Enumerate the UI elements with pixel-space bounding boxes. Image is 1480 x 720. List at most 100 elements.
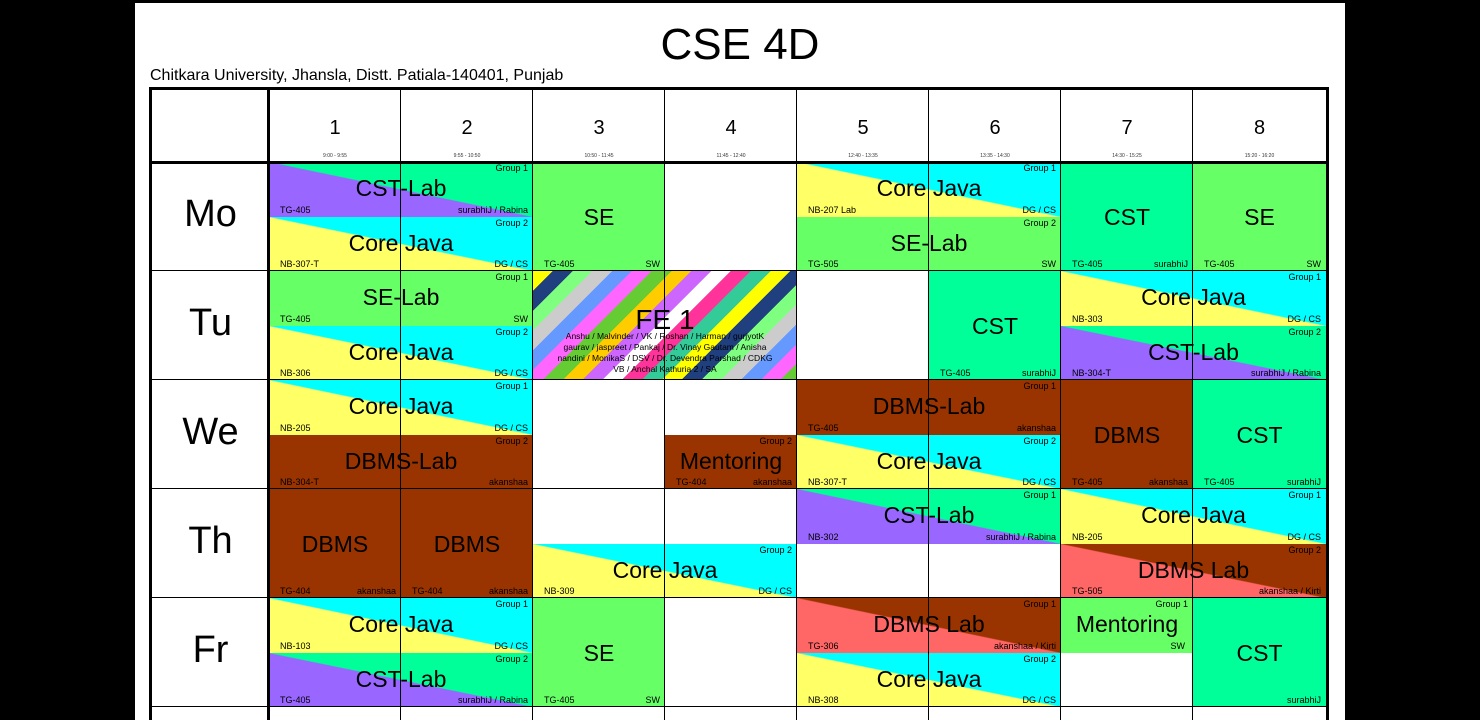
period-number: 6 xyxy=(989,117,1001,139)
class-block: Mentoring Group 1 SW xyxy=(1061,598,1193,653)
subject-name: CST xyxy=(1236,639,1283,666)
institution-address: Chitkara University, Jhansla, Distt. Pat… xyxy=(150,67,564,84)
class-block: DBMS Lab Group 2 TG-505 akanshaa / Kirti xyxy=(1061,543,1326,598)
group-label: Group 2 xyxy=(759,544,792,555)
day-label: Fr xyxy=(192,629,229,671)
grid-line xyxy=(152,270,1326,271)
room-label: TG-405 xyxy=(808,422,839,433)
subject-name: DBMS-Lab xyxy=(797,393,1061,419)
teacher-label: surabhiJ / Rabina xyxy=(457,204,528,215)
teacher-label: DG / CS xyxy=(494,368,528,378)
class-block: FE 1 Anshu / Malvinder / VK / Roshan / Ha… xyxy=(533,271,797,380)
subject-name: CST xyxy=(972,312,1018,339)
grid-line xyxy=(152,706,1326,707)
subject-name: DBMS xyxy=(301,530,369,557)
teacher-label: akanshaa xyxy=(488,586,528,596)
room-label: NB-205 xyxy=(280,422,311,433)
grid-line xyxy=(152,379,1326,380)
teacher-label: surabhiJ / Rabina xyxy=(985,531,1056,542)
group-label: Group 1 xyxy=(1023,163,1056,173)
period-header: 2 9:55 - 10:50 xyxy=(401,90,533,162)
teacher-label: SW xyxy=(645,695,661,705)
class-block: SE-Lab Group 1 TG-405 SW xyxy=(269,271,533,326)
group-label: Group 1 xyxy=(495,599,528,609)
grid-line xyxy=(152,488,1326,489)
room-label: TG-405 xyxy=(280,313,311,324)
grid-line xyxy=(928,90,929,720)
subject-name: CST-Lab xyxy=(1148,338,1239,365)
group-label: Group 2 xyxy=(495,435,528,446)
room-label: TG-404 xyxy=(280,586,311,596)
teacher-label: DG / CS xyxy=(1022,204,1056,215)
timetable-grid: 1 9:00 - 9:55 2 9:55 - 10:50 3 10:50 - 11:45 4… xyxy=(149,87,1329,720)
teacher-label: SW xyxy=(645,259,661,269)
instructor-list: Anshu / Malvinder / VK / Roshan / Harman… xyxy=(533,331,797,375)
room-label: TG-405 xyxy=(280,204,311,215)
room-label: TG-405 xyxy=(544,695,575,705)
class-block: CST-Lab Group 1 NB-302 surabhiJ / Rabina xyxy=(797,489,1061,544)
subject-name: DBMS Lab xyxy=(1137,556,1250,583)
room-label: TG-405 xyxy=(1072,259,1103,269)
group-label: Group 1 xyxy=(495,272,528,282)
page-title: CSE 4D xyxy=(660,20,820,69)
teacher-label: DG / CS xyxy=(1022,477,1056,487)
group-label: Group 1 xyxy=(1155,599,1188,609)
period-number: 7 xyxy=(1121,117,1133,139)
room-label: TG-405 xyxy=(1204,477,1235,487)
instructor-line: Anshu / Malvinder / VK / Roshan / Harman… xyxy=(565,331,765,341)
day-label: Mo xyxy=(184,193,237,235)
room-label: NB-307-T xyxy=(808,477,848,487)
teacher-label: DG / CS xyxy=(758,586,792,596)
group-label: Group 2 xyxy=(1288,544,1321,555)
room-label: TG-405 xyxy=(1072,477,1103,487)
period-time: 9:00 - 9:55 xyxy=(323,153,347,159)
day-label: Tu xyxy=(189,302,232,344)
teacher-label: DG / CS xyxy=(494,422,528,433)
class-block: DBMS TG-404 akanshaa xyxy=(269,489,401,598)
class-block: SE TG-405 SW xyxy=(533,598,665,707)
period-time: 14:30 - 15:25 xyxy=(1112,153,1142,159)
room-label: NB-307-T xyxy=(280,259,320,269)
class-block: Core Java Group 2 NB-308 DG / CS xyxy=(797,652,1061,707)
teacher-label: surabhiJ xyxy=(1153,259,1188,269)
grid-line xyxy=(1192,90,1193,720)
class-block: Core Java Group 1 NB-205 DG / CS xyxy=(269,380,533,435)
teacher-label: akanshaa xyxy=(1148,477,1188,487)
teacher-label: surabhiJ xyxy=(1286,477,1321,487)
subject-name: Core Java xyxy=(876,175,982,201)
subject-name: Core Java xyxy=(348,611,454,637)
teacher-label: DG / CS xyxy=(494,640,528,651)
group-label: Group 2 xyxy=(1023,435,1056,446)
class-block: Mentoring Group 2 TG-404 akanshaa xyxy=(665,434,797,489)
teacher-label: akanshaa / Kirti xyxy=(1258,586,1321,596)
instructor-line: gaurav / jaspreet / Pankaj / Dr. Vinay G… xyxy=(563,342,767,352)
class-block: Core Java Group 2 NB-306 DG / CS xyxy=(269,325,533,380)
period-number: 2 xyxy=(461,117,473,139)
subject-name: SE-Lab xyxy=(890,229,968,256)
day-label: We xyxy=(182,411,239,453)
subject-name: SE xyxy=(1244,203,1275,230)
period-number: 1 xyxy=(329,117,341,139)
grid-line xyxy=(1060,90,1061,720)
subject-name: Mentoring xyxy=(1075,611,1179,637)
teacher-label: surabhiJ xyxy=(1021,368,1056,378)
subject-name: Core Java xyxy=(348,229,454,256)
class-block: DBMS Lab Group 1 TG-306 akanshaa / Kirti xyxy=(797,598,1061,653)
class-block: DBMS-Lab Group 2 NB-304-T akanshaa xyxy=(269,434,533,489)
subject-name: DBMS Lab xyxy=(873,611,985,637)
room-label: TG-505 xyxy=(1072,586,1103,596)
room-label: TG-405 xyxy=(280,695,311,705)
grid-line xyxy=(664,90,665,720)
period-time: 10:50 - 11:45 xyxy=(584,153,614,159)
class-block: CST-Lab Group 2 TG-405 surabhiJ / Rabina xyxy=(269,652,533,707)
grid-line xyxy=(152,161,1326,164)
subject-name: Mentoring xyxy=(679,447,783,474)
subject-name: DBMS-Lab xyxy=(269,448,533,474)
subject-name: SE-Lab xyxy=(362,284,440,310)
room-label: NB-207 Lab xyxy=(808,204,857,215)
class-block: Core Java Group 1 NB-303 DG / CS xyxy=(1061,271,1326,326)
room-label: NB-205 xyxy=(1072,531,1103,542)
subject-name: CST-Lab xyxy=(269,666,533,692)
period-number: 4 xyxy=(725,117,737,139)
class-block: CST TG-405 surabhiJ xyxy=(929,271,1061,380)
